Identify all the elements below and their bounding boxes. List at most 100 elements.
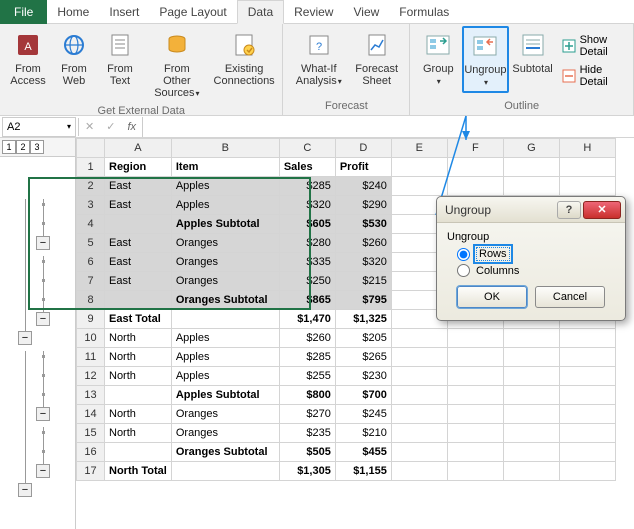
cell[interactable]: $865 (279, 291, 335, 310)
outline-collapse[interactable]: − (36, 312, 50, 326)
cell[interactable] (391, 405, 447, 424)
cell[interactable]: $240 (335, 177, 391, 196)
cell[interactable]: Oranges Subtotal (171, 291, 279, 310)
cell[interactable] (559, 177, 615, 196)
cell[interactable] (503, 329, 559, 348)
cell[interactable]: Apples Subtotal (171, 215, 279, 234)
row-header[interactable]: 17 (77, 462, 105, 481)
cell[interactable] (391, 462, 447, 481)
cell[interactable] (105, 291, 172, 310)
cell[interactable]: North (105, 348, 172, 367)
cell[interactable]: $280 (279, 234, 335, 253)
existing-connections-button[interactable]: Existing Connections (212, 26, 277, 103)
cell[interactable]: North (105, 405, 172, 424)
tab-page-layout[interactable]: Page Layout (149, 0, 236, 24)
cell[interactable]: East (105, 177, 172, 196)
cell[interactable]: $285 (279, 348, 335, 367)
row-header[interactable]: 16 (77, 443, 105, 462)
outline-level-3[interactable]: 3 (30, 140, 44, 154)
cell[interactable] (391, 329, 447, 348)
cell[interactable]: $230 (335, 367, 391, 386)
cell[interactable] (447, 158, 503, 177)
cell[interactable]: $265 (335, 348, 391, 367)
cell[interactable]: Profit (335, 158, 391, 177)
cell[interactable] (559, 158, 615, 177)
outline-level-1[interactable]: 1 (2, 140, 16, 154)
cell[interactable] (503, 462, 559, 481)
col-header[interactable]: A (105, 139, 172, 158)
cell[interactable]: $205 (335, 329, 391, 348)
cell[interactable]: North (105, 329, 172, 348)
cell[interactable] (391, 424, 447, 443)
cell[interactable] (503, 405, 559, 424)
cell[interactable] (105, 215, 172, 234)
cell[interactable]: $320 (279, 196, 335, 215)
tab-view[interactable]: View (343, 0, 389, 24)
row-header[interactable]: 8 (77, 291, 105, 310)
cell[interactable]: $270 (279, 405, 335, 424)
cell[interactable]: $795 (335, 291, 391, 310)
cancel-button[interactable]: Cancel (535, 286, 605, 308)
cell[interactable]: $250 (279, 272, 335, 291)
cell[interactable]: Apples Subtotal (171, 386, 279, 405)
cell[interactable] (447, 329, 503, 348)
cell[interactable]: $320 (335, 253, 391, 272)
cell[interactable]: Apples (171, 177, 279, 196)
cell[interactable]: Region (105, 158, 172, 177)
cell[interactable]: East (105, 272, 172, 291)
radio-columns[interactable]: Columns (457, 264, 615, 277)
show-detail-button[interactable]: Show Detail (557, 32, 627, 60)
cell[interactable] (447, 386, 503, 405)
fx-icon[interactable]: fx (121, 121, 142, 133)
cell[interactable]: $605 (279, 215, 335, 234)
cell[interactable]: Apples (171, 196, 279, 215)
cell[interactable]: $455 (335, 443, 391, 462)
cell[interactable] (447, 405, 503, 424)
cell[interactable] (503, 386, 559, 405)
col-header[interactable]: B (171, 139, 279, 158)
col-header[interactable]: F (447, 139, 503, 158)
cell[interactable]: $530 (335, 215, 391, 234)
cell[interactable]: $505 (279, 443, 335, 462)
cell[interactable]: $1,325 (335, 310, 391, 329)
cell[interactable]: Oranges Subtotal (171, 443, 279, 462)
what-if-button[interactable]: ? What-If Analysis▾ (289, 26, 348, 91)
cell[interactable] (503, 367, 559, 386)
cell[interactable]: $235 (279, 424, 335, 443)
cell[interactable] (391, 348, 447, 367)
cell[interactable]: $1,470 (279, 310, 335, 329)
radio-columns-input[interactable] (457, 264, 470, 277)
file-tab[interactable]: File (0, 0, 47, 24)
tab-home[interactable]: Home (47, 0, 99, 24)
from-access-button[interactable]: A From Access (6, 26, 50, 103)
col-header[interactable]: H (559, 139, 615, 158)
from-text-button[interactable]: From Text (98, 26, 142, 103)
row-header[interactable]: 1 (77, 158, 105, 177)
cell[interactable]: Oranges (171, 405, 279, 424)
cell[interactable]: East (105, 196, 172, 215)
cell[interactable] (105, 386, 172, 405)
row-header[interactable]: 5 (77, 234, 105, 253)
cell[interactable] (391, 443, 447, 462)
outline-collapse[interactable]: − (36, 464, 50, 478)
col-header[interactable]: C (279, 139, 335, 158)
col-header[interactable]: D (335, 139, 391, 158)
cell[interactable] (559, 329, 615, 348)
outline-collapse[interactable]: − (18, 331, 32, 345)
cell[interactable] (447, 177, 503, 196)
cell[interactable]: North (105, 367, 172, 386)
cell[interactable]: $800 (279, 386, 335, 405)
tab-insert[interactable]: Insert (99, 0, 149, 24)
formula-input[interactable] (142, 117, 634, 137)
cell[interactable] (105, 443, 172, 462)
row-header[interactable]: 4 (77, 215, 105, 234)
cell[interactable]: Oranges (171, 234, 279, 253)
cell[interactable]: East (105, 234, 172, 253)
col-header[interactable] (77, 139, 105, 158)
cell[interactable] (503, 348, 559, 367)
row-header[interactable]: 14 (77, 405, 105, 424)
cell[interactable]: $255 (279, 367, 335, 386)
cell[interactable]: $1,305 (279, 462, 335, 481)
row-header[interactable]: 10 (77, 329, 105, 348)
row-header[interactable]: 11 (77, 348, 105, 367)
